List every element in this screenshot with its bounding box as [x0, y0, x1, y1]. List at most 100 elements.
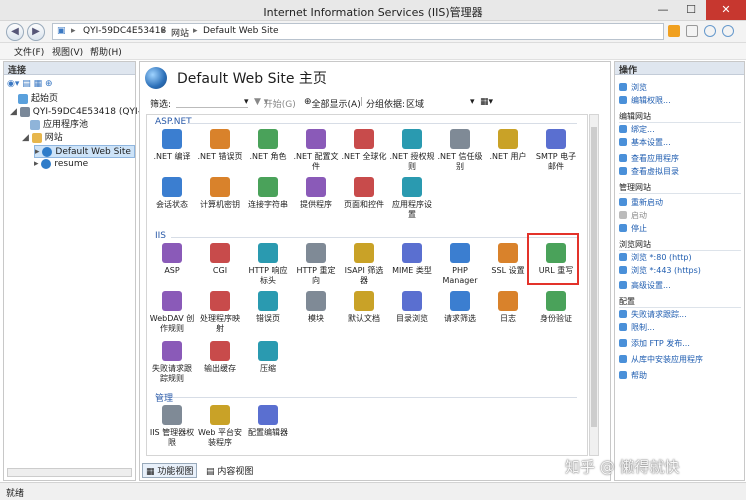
action-link[interactable]: 启动 [619, 210, 647, 221]
feature-tile[interactable]: 错误页 [245, 291, 291, 324]
tree-server[interactable]: ◢ QYI-59DC4E53418 (QYI-59 [10, 106, 152, 119]
feature-tile[interactable]: 页面和控件 [341, 177, 387, 210]
tab-content-view[interactable]: ▤ 内容视图 [206, 464, 253, 477]
action-link[interactable]: 基本设置... [619, 137, 671, 148]
action-link[interactable]: 高级设置... [619, 280, 671, 291]
action-link[interactable]: 查看虚拟目录 [619, 166, 679, 177]
help-menu-icon[interactable] [722, 25, 734, 37]
action-link[interactable]: 失败请求跟踪... [619, 309, 687, 320]
feature-icon [354, 243, 374, 263]
feature-tile[interactable]: PHP Manager [437, 243, 483, 286]
tree-default-web-site[interactable]: ▸ Default Web Site [34, 145, 135, 158]
tree-sites[interactable]: ◢ 网站 [22, 132, 63, 145]
feature-tile[interactable]: .NET 角色 [245, 129, 291, 162]
action-icon [619, 355, 627, 363]
feature-tile[interactable]: 目录浏览 [389, 291, 435, 324]
feature-tile[interactable]: 失败请求跟踪规则 [149, 341, 195, 384]
action-link[interactable]: 编辑权限... [619, 95, 671, 106]
feature-tile[interactable]: ISAPI 筛选器 [341, 243, 387, 286]
action-link[interactable]: 停止 [619, 223, 647, 234]
feature-tile[interactable]: HTTP 响应标头 [245, 243, 291, 286]
feature-tile[interactable]: CGI [197, 243, 243, 276]
feature-tile[interactable]: 提供程序 [293, 177, 339, 210]
feature-tile[interactable]: 应用程序设置 [389, 177, 435, 220]
feature-tile[interactable]: .NET 用户 [485, 129, 531, 162]
menu-view[interactable]: 视图(V) [52, 45, 83, 58]
horizontal-scrollbar[interactable] [7, 468, 132, 477]
breadcrumb-sites[interactable]: 网站 [171, 26, 189, 39]
action-label: 基本设置... [631, 138, 671, 147]
feature-tile[interactable]: 连接字符串 [245, 177, 291, 210]
action-link[interactable]: 查看应用程序 [619, 153, 679, 164]
feature-tile[interactable]: .NET 编译 [149, 129, 195, 162]
back-button[interactable]: ◀ [6, 23, 24, 41]
action-link[interactable]: 浏览 *:443 (https) [619, 265, 701, 276]
action-link[interactable]: 从库中安装应用程序 [619, 354, 703, 365]
tree-label: 网站 [44, 133, 63, 143]
tree-app-pools[interactable]: 应用程序池 [30, 119, 88, 132]
filter-input[interactable] [176, 97, 248, 108]
feature-tile[interactable]: 计算机密钥 [197, 177, 243, 210]
minimize-button[interactable]: — [650, 0, 676, 20]
feature-tile[interactable]: 请求筛选 [437, 291, 483, 324]
feature-icon [450, 129, 470, 149]
feature-tile[interactable]: IIS 管理器权限 [149, 405, 195, 448]
feature-tile[interactable]: SMTP 电子邮件 [533, 129, 579, 172]
start-button[interactable]: ▼ 开始(G) ▾ [254, 97, 296, 110]
feature-tile[interactable]: .NET 全球化 [341, 129, 387, 162]
action-link[interactable]: 重新启动 [619, 197, 663, 208]
refresh-icon[interactable] [668, 25, 680, 37]
close-button[interactable]: ✕ [706, 0, 746, 20]
vertical-scrollbar[interactable] [589, 114, 599, 456]
breadcrumb-site[interactable]: Default Web Site [203, 26, 279, 36]
feature-tile[interactable]: .NET 错误页 [197, 129, 243, 162]
feature-tile[interactable]: 日志 [485, 291, 531, 324]
feature-label: HTTP 响应标头 [248, 266, 288, 285]
feature-icon [306, 291, 326, 311]
action-label: 失败请求跟踪... [631, 310, 687, 319]
tree-start-page[interactable]: 起始页 [18, 93, 58, 106]
address-path[interactable]: ▣ ▸ QYI-59DC4E53418 ▸ 网站 ▸ Default Web S… [52, 23, 664, 40]
tab-features-view[interactable]: ▦ 功能视图 [142, 463, 198, 478]
feature-tile[interactable]: 配置编辑器 [245, 405, 291, 438]
action-link[interactable]: 绑定... [619, 124, 655, 135]
feature-tile[interactable]: 身份验证 [533, 291, 579, 324]
feature-tile[interactable]: Web 平台安装程序 [197, 405, 243, 448]
show-all-button[interactable]: ⊕ 全部显示(A) [304, 97, 361, 110]
feature-label: Web 平台安装程序 [198, 428, 242, 447]
feature-tile[interactable]: 模块 [293, 291, 339, 324]
filter-dropdown-icon[interactable]: ▾ [244, 97, 249, 107]
maximize-button[interactable]: ☐ [678, 0, 704, 20]
feature-tile[interactable]: MIME 类型 [389, 243, 435, 276]
action-link[interactable]: 添加 FTP 发布... [619, 338, 690, 349]
tree-resume[interactable]: ▸ resume [34, 158, 88, 171]
menu-help[interactable]: 帮助(H) [90, 45, 122, 58]
forward-button[interactable]: ▶ [27, 23, 45, 41]
feature-tile[interactable]: 默认文档 [341, 291, 387, 324]
feature-tile[interactable]: 输出缓存 [197, 341, 243, 374]
action-link[interactable]: 限制... [619, 322, 655, 333]
view-toggle-icon[interactable]: ▦▾ [480, 97, 493, 107]
action-link[interactable]: 浏览 *:80 (http) [619, 252, 692, 263]
action-link[interactable]: 浏览 [619, 82, 647, 93]
feature-tile[interactable]: .NET 配置文件 [293, 129, 339, 172]
scroll-thumb[interactable] [591, 127, 597, 427]
feature-icon [210, 341, 230, 361]
menu-file[interactable]: 文件(F) [14, 45, 44, 58]
stop-icon[interactable] [686, 25, 698, 37]
feature-tile[interactable]: .NET 信任级别 [437, 129, 483, 172]
feature-tile[interactable]: SSL 设置 [485, 243, 531, 276]
action-link[interactable]: 帮助 [619, 370, 647, 381]
help-icon[interactable] [704, 25, 716, 37]
breadcrumb-server[interactable]: QYI-59DC4E53418 [83, 26, 166, 36]
group-by-dropdown-icon[interactable]: ▾ [470, 97, 475, 107]
feature-tile[interactable]: 压缩 [245, 341, 291, 374]
feature-tile[interactable]: .NET 授权规则 [389, 129, 435, 172]
feature-tile[interactable]: WebDAV 创作规则 [149, 291, 195, 334]
connections-toolbar[interactable]: ◉▾ ▤ ▦ ⊕ [7, 78, 53, 91]
feature-tile[interactable]: HTTP 重定向 [293, 243, 339, 286]
connections-panel: 连接 ◉▾ ▤ ▦ ⊕ 起始页 ◢ QYI-59DC4E53418 (QYI-5… [3, 61, 152, 481]
feature-tile[interactable]: 处理程序映射 [197, 291, 243, 334]
feature-tile[interactable]: ASP [149, 243, 195, 276]
feature-tile[interactable]: 会话状态 [149, 177, 195, 210]
